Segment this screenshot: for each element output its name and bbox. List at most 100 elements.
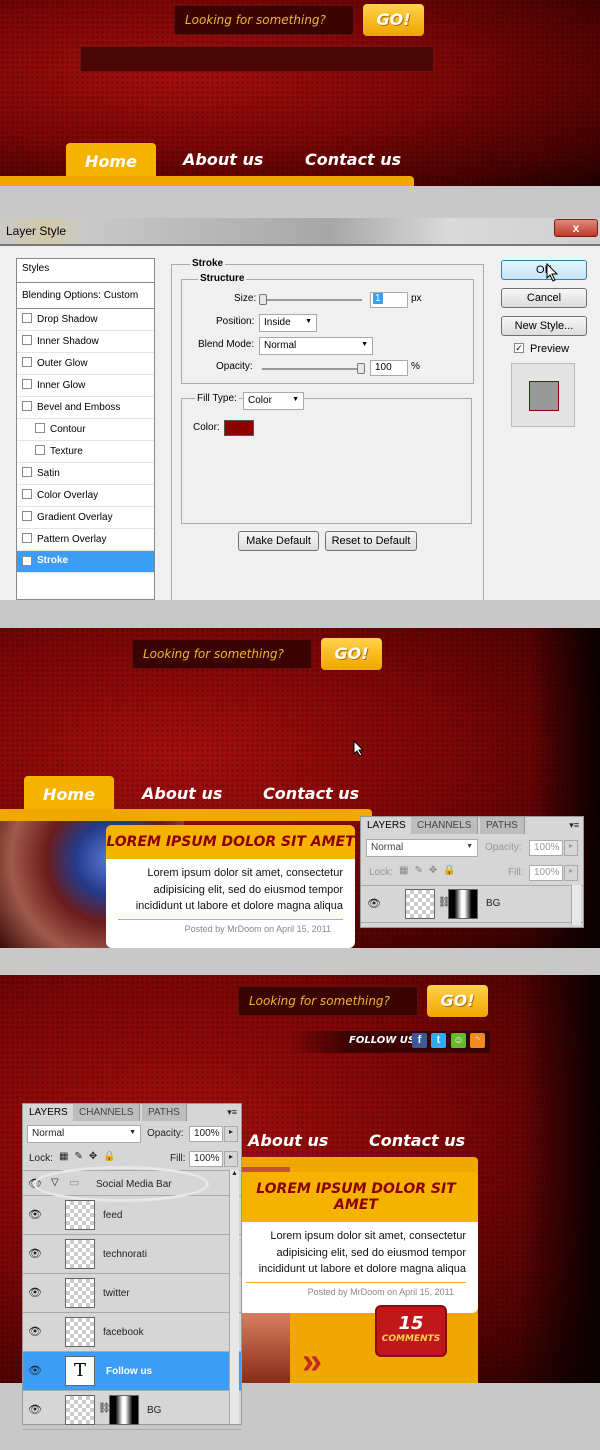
tab-channels[interactable]: CHANNELS (411, 817, 479, 834)
checkbox[interactable] (22, 379, 32, 389)
opacity-input[interactable]: 100% (189, 1126, 223, 1142)
opacity-slider-track[interactable] (262, 368, 362, 370)
new-style-button[interactable]: New Style... (501, 316, 587, 336)
style-color-overlay[interactable]: Color Overlay (17, 485, 154, 507)
position-select[interactable]: Inside (259, 314, 317, 332)
checkbox[interactable] (22, 335, 32, 345)
nav-tab-contact[interactable]: Contact us (263, 784, 359, 803)
layer-row-bg[interactable]: 👁 ⛓ BG (361, 885, 583, 923)
nav-tab-contact[interactable]: Contact us (305, 150, 401, 169)
checkbox[interactable] (22, 313, 32, 323)
blend-mode-select[interactable]: Normal (259, 337, 373, 355)
layer-row-twitter[interactable]: 👁 twitter (23, 1274, 241, 1313)
fill-input[interactable]: 100% (189, 1151, 223, 1167)
eye-icon[interactable]: 👁 (28, 1364, 42, 1377)
style-inner-shadow[interactable]: Inner Shadow (17, 331, 154, 353)
layer-row-facebook[interactable]: 👁 facebook (23, 1313, 241, 1352)
opacity-input[interactable]: 100 (370, 360, 408, 376)
nav-tab-home[interactable]: Home (66, 143, 156, 179)
opacity-arrow-icon[interactable]: ▸ (564, 840, 578, 856)
opacity-slider-thumb[interactable] (357, 363, 365, 374)
style-texture[interactable]: Texture (17, 441, 154, 463)
scrollbar[interactable]: ▲ (229, 1170, 239, 1424)
cancel-button[interactable]: Cancel (501, 288, 587, 308)
fill-arrow-icon[interactable]: ▸ (224, 1151, 238, 1167)
layer-row-technorati[interactable]: 👁 technorati (23, 1235, 241, 1274)
opacity-input[interactable]: 100% (529, 840, 563, 856)
checkbox[interactable] (22, 511, 32, 521)
checkbox[interactable] (22, 401, 32, 411)
go-button[interactable]: GO! (321, 638, 382, 670)
layer-row-bg[interactable]: 👁 ⛓ BG (23, 1391, 241, 1430)
checkmark-icon[interactable]: ✓ (22, 556, 32, 566)
checkbox[interactable] (22, 467, 32, 477)
style-satin[interactable]: Satin (17, 463, 154, 485)
close-icon[interactable]: x (554, 219, 598, 237)
rss-feed-icon[interactable]: ◝ (470, 1033, 485, 1048)
color-swatch[interactable] (224, 420, 254, 436)
style-outer-glow[interactable]: Outer Glow (17, 353, 154, 375)
tab-layers[interactable]: LAYERS (361, 817, 413, 834)
go-button[interactable]: GO! (427, 985, 488, 1017)
tab-paths[interactable]: PATHS (480, 817, 525, 834)
lock-icons[interactable]: ▦✎✥🔒 (59, 1151, 122, 1162)
twitter-icon[interactable]: t (431, 1033, 446, 1048)
checkbox[interactable] (22, 489, 32, 499)
style-contour[interactable]: Contour (17, 419, 154, 441)
post-title[interactable]: LOREM IPSUM DOLOR SIT AMET (234, 1172, 478, 1222)
blend-mode-select[interactable]: Normal (366, 839, 478, 857)
panel-menu-icon[interactable]: ▾≡ (569, 820, 579, 831)
technorati-icon[interactable]: ☺ (451, 1033, 466, 1048)
fill-type-select[interactable]: Color (243, 392, 304, 410)
panel-menu-icon[interactable]: ▾≡ (227, 1107, 237, 1118)
nav-tab-about[interactable]: About us (248, 1131, 328, 1150)
nav-tab-contact[interactable]: Contact us (369, 1131, 465, 1150)
tab-layers[interactable]: LAYERS (23, 1104, 75, 1121)
size-slider-thumb[interactable] (259, 294, 267, 305)
checkbox[interactable] (22, 533, 32, 543)
size-input[interactable]: 1 (370, 292, 408, 308)
style-inner-glow[interactable]: Inner Glow (17, 375, 154, 397)
eye-icon[interactable]: 👁 (28, 1247, 42, 1260)
checkbox[interactable] (35, 423, 45, 433)
size-slider-track[interactable] (262, 299, 362, 301)
facebook-icon[interactable]: f (412, 1033, 427, 1048)
style-stroke[interactable]: ✓ Stroke (17, 551, 154, 573)
eye-icon[interactable]: 👁 (28, 1403, 42, 1416)
eye-icon[interactable]: 👁 (28, 1208, 42, 1221)
preview-checkbox[interactable]: ✓ (514, 343, 524, 353)
checkbox[interactable] (35, 445, 45, 455)
style-drop-shadow[interactable]: Drop Shadow (17, 309, 154, 331)
eye-icon[interactable]: 👁 (28, 1325, 42, 1338)
ok-button[interactable]: OK (501, 260, 587, 280)
fill-arrow-icon[interactable]: ▸ (564, 865, 578, 881)
make-default-button[interactable]: Make Default (238, 531, 319, 551)
eye-icon[interactable]: 👁 (28, 1286, 42, 1299)
fill-input[interactable]: 100% (529, 865, 563, 881)
styles-header[interactable]: Styles (17, 259, 154, 283)
search-input[interactable]: Looking for something? (174, 5, 354, 35)
post-title[interactable]: LOREM IPSUM DOLOR SIT AMET (106, 825, 355, 859)
lock-icons[interactable]: ▦✎✥🔒 (399, 865, 462, 876)
reset-default-button[interactable]: Reset to Default (325, 531, 417, 551)
eye-icon[interactable]: 👁 (367, 897, 381, 910)
scrollbar[interactable] (571, 885, 581, 925)
style-bevel-emboss[interactable]: Bevel and Emboss (17, 397, 154, 419)
comments-badge[interactable]: 15 COMMENTS (375, 1305, 447, 1357)
style-gradient-overlay[interactable]: Gradient Overlay (17, 507, 154, 529)
nav-tab-about[interactable]: About us (183, 150, 263, 169)
layer-row-feed[interactable]: 👁 feed (23, 1196, 241, 1235)
opacity-arrow-icon[interactable]: ▸ (224, 1126, 238, 1142)
search-input[interactable]: Looking for something? (238, 986, 418, 1016)
go-button[interactable]: GO! (363, 4, 424, 36)
blend-mode-select[interactable]: Normal (27, 1125, 141, 1143)
checkbox[interactable] (22, 357, 32, 367)
search-input[interactable]: Looking for something? (132, 639, 312, 669)
blending-options-item[interactable]: Blending Options: Custom (17, 283, 154, 309)
style-pattern-overlay[interactable]: Pattern Overlay (17, 529, 154, 551)
nav-tab-about[interactable]: About us (142, 784, 222, 803)
scroll-up-icon[interactable]: ▲ (230, 1170, 239, 1177)
layer-row-follow-us[interactable]: 👁 T Follow us (23, 1352, 241, 1391)
tab-channels[interactable]: CHANNELS (73, 1104, 141, 1121)
tab-paths[interactable]: PATHS (142, 1104, 187, 1121)
